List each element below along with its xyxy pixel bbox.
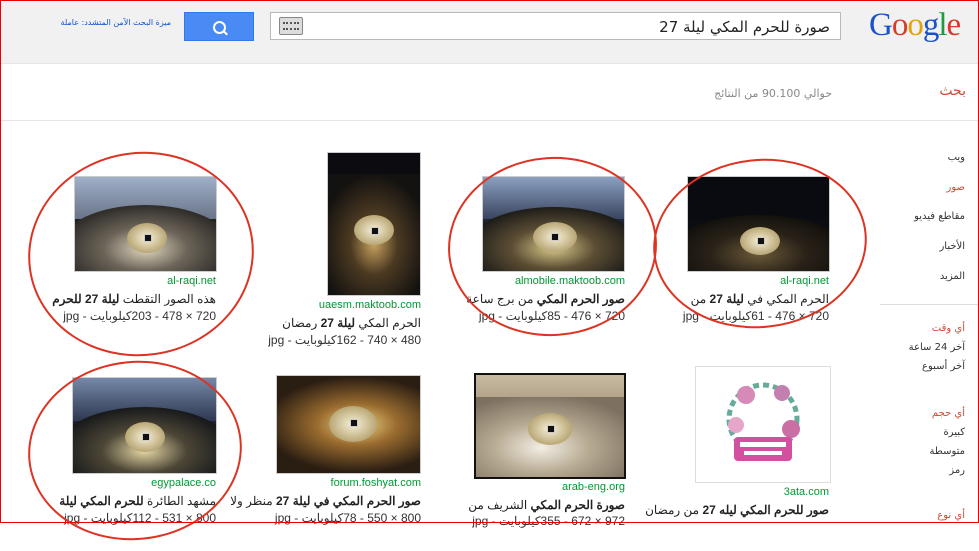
result-meta: 720 × 476 - 85كيلوبايت - jpg xyxy=(478,309,625,323)
result-url[interactable]: arab-eng.org xyxy=(562,481,625,493)
result-thumbnail[interactable] xyxy=(74,176,217,272)
result-thumbnail[interactable] xyxy=(695,366,831,483)
result-url[interactable]: uaesm.maktoob.com xyxy=(319,299,421,311)
result-thumbnail[interactable] xyxy=(687,176,830,272)
filter-last-week[interactable]: آخر أسبوع xyxy=(922,361,965,372)
google-logo[interactable]: Google xyxy=(869,7,962,44)
logo-letter: o xyxy=(891,7,908,43)
result-title[interactable]: هذه الصور التقطت ليلة 27 للحرم xyxy=(52,292,216,306)
result-meta: 972 × 672 - 355كيلوبايت - jpg xyxy=(472,514,625,528)
sidebar-item-more[interactable]: المزيد xyxy=(940,271,965,282)
result-url[interactable]: egypalace.co xyxy=(151,477,216,489)
result-thumbnail[interactable] xyxy=(482,176,625,272)
filter-any-type[interactable]: أي نوع xyxy=(937,510,965,521)
search-box xyxy=(270,12,841,40)
result-thumbnail[interactable] xyxy=(72,377,217,474)
result-title[interactable]: صورة الحرم المكي الشريف من xyxy=(468,498,625,512)
logo-letter: l xyxy=(938,7,947,43)
sidebar-item-videos[interactable]: مقاطع فيديو xyxy=(914,211,965,222)
result-url[interactable]: 3ata.com xyxy=(784,486,829,498)
filter-size-medium[interactable]: متوسطة xyxy=(930,446,965,457)
flower-wreath-icon xyxy=(726,382,800,461)
top-bar: Google ميزة البحث الآمن المتشدد: عاملة xyxy=(1,1,978,64)
filter-size-icon[interactable]: رمز xyxy=(949,465,965,476)
result-meta: 720 × 476 - 61كيلوبايت - jpg xyxy=(682,309,829,323)
result-thumbnail[interactable] xyxy=(327,152,421,296)
result-meta: 720 × 478 - 203كيلوبايت - jpg xyxy=(63,309,216,323)
keyboard-icon[interactable] xyxy=(279,17,303,35)
results-bar: بحث حوالي 90.100 من النتائج xyxy=(1,64,978,121)
search-button[interactable] xyxy=(184,12,254,41)
result-thumbnail[interactable] xyxy=(276,375,421,474)
sidebar-item-news[interactable]: الأخبار xyxy=(939,241,965,252)
filter-last-24h[interactable]: آخر 24 ساعة xyxy=(909,342,965,353)
result-title[interactable]: الحرم المكي في ليلة 27 من xyxy=(691,292,829,306)
logo-letter: g xyxy=(922,7,939,43)
logo-letter: o xyxy=(907,7,923,43)
result-url[interactable]: al-raqi.net xyxy=(167,275,216,287)
result-title[interactable]: صور الحرم المكي من برج ساعة xyxy=(466,292,625,306)
search-icon xyxy=(213,21,226,34)
result-url[interactable]: al-raqi.net xyxy=(780,275,829,287)
filter-any-time[interactable]: أي وقت xyxy=(932,323,965,334)
sidebar-item-web[interactable]: ويب xyxy=(948,152,965,163)
sidebar-divider xyxy=(880,304,978,305)
result-title[interactable]: الحرم المكي ليلة 27 رمضان xyxy=(282,316,421,330)
result-thumbnail[interactable] xyxy=(474,373,626,479)
result-title[interactable]: صور الحرم المكي في ليلة 27 منظر ولا xyxy=(230,494,421,508)
logo-letter: e xyxy=(946,7,962,43)
result-title[interactable]: صور للحرم المكي ليله 27 من رمضان xyxy=(645,503,829,517)
filter-any-size[interactable]: أي حجم xyxy=(932,408,965,419)
result-count: حوالي 90.100 من النتائج xyxy=(714,87,832,100)
search-label: بحث xyxy=(939,83,966,99)
result-url[interactable]: almobile.maktoob.com xyxy=(515,275,625,287)
search-input[interactable] xyxy=(308,17,832,37)
result-title[interactable]: مشهد الطائرة للحرم المكي ليلة xyxy=(59,494,216,508)
filter-size-large[interactable]: كبيرة xyxy=(943,427,965,438)
result-meta: 480 × 740 - 162كيلوبايت - jpg xyxy=(268,333,421,347)
sidebar-item-images[interactable]: صور xyxy=(947,182,966,193)
logo-letter: G xyxy=(869,7,893,43)
result-url[interactable]: forum.foshyat.com xyxy=(331,477,421,489)
safe-search-status[interactable]: ميزة البحث الآمن المتشدد: عاملة xyxy=(41,18,171,27)
